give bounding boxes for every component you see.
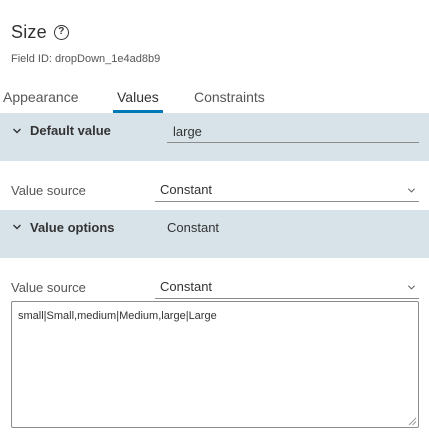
resize-grip-icon[interactable]: [408, 417, 417, 426]
value-options-section-header[interactable]: Value options Constant: [0, 210, 429, 258]
chevron-down-icon[interactable]: [12, 126, 22, 136]
value-source-label: Value source: [11, 280, 86, 295]
default-value-title: Default value: [30, 123, 111, 138]
select-value: Constant: [160, 182, 213, 197]
default-value-section-header[interactable]: Default value: [0, 113, 429, 161]
chevron-down-icon: [407, 285, 416, 290]
value-source-label: Value source: [11, 183, 86, 198]
default-value-input[interactable]: [167, 121, 419, 143]
tab-values[interactable]: Values: [113, 88, 163, 114]
chevron-down-icon: [407, 188, 416, 193]
tab-appearance[interactable]: Appearance: [3, 88, 79, 114]
chevron-down-icon[interactable]: [12, 222, 22, 232]
select-value: Constant: [160, 279, 213, 294]
value-options-source-select[interactable]: Constant: [155, 277, 419, 299]
tab-bar: Appearance Values Constraints: [0, 88, 429, 114]
title-row: Size ?: [11, 22, 69, 43]
help-icon[interactable]: ?: [53, 25, 69, 40]
field-id: Field ID: dropDown_1e4ad8b9: [11, 53, 161, 65]
default-value-source-select[interactable]: Constant: [155, 180, 419, 202]
value-options-summary: Constant: [167, 220, 220, 235]
tab-constraints[interactable]: Constraints: [194, 88, 265, 114]
page-title: Size: [11, 22, 47, 42]
value-options-textarea[interactable]: small|Small,medium|Medium,large|Large: [11, 301, 419, 428]
value-options-title: Value options: [30, 220, 115, 235]
